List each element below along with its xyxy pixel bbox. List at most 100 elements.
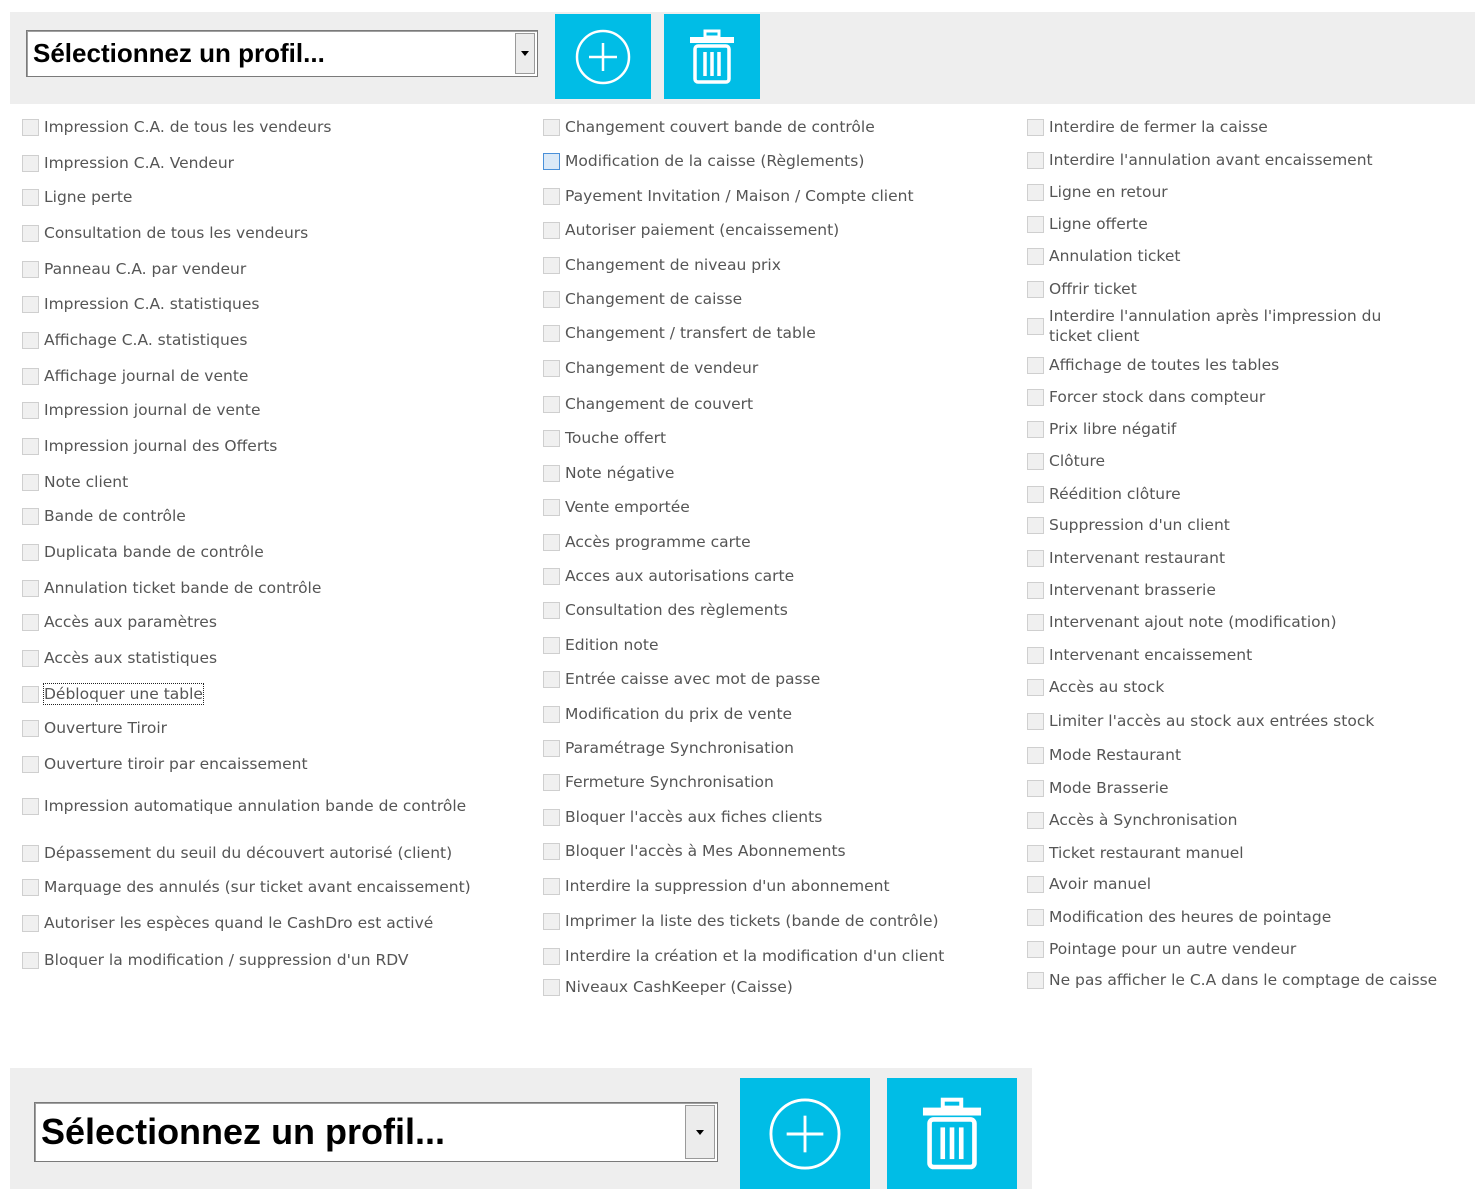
checkbox[interactable] — [1027, 844, 1044, 862]
checkbox[interactable] — [1027, 356, 1044, 374]
permission-item[interactable]: Prix libre négatif — [1027, 419, 1176, 439]
permission-item[interactable]: Dépassement du seuil du découvert autori… — [22, 843, 452, 863]
permission-item[interactable]: Annulation ticket bande de contrôle — [22, 578, 321, 598]
checkbox[interactable] — [543, 670, 560, 688]
permission-item[interactable]: Suppression d'un client — [1027, 515, 1230, 535]
permission-item[interactable]: Edition note — [543, 635, 658, 655]
add-profile-button[interactable] — [555, 14, 651, 99]
checkbox[interactable] — [22, 844, 39, 862]
permission-item[interactable]: Accès aux statistiques — [22, 648, 217, 668]
permission-item[interactable]: Intervenant encaissement — [1027, 645, 1252, 665]
checkbox[interactable] — [1027, 971, 1044, 989]
checkbox[interactable] — [1027, 646, 1044, 664]
permission-item[interactable]: Affichage journal de vente — [22, 366, 248, 386]
checkbox[interactable] — [22, 685, 39, 703]
checkbox[interactable] — [1027, 388, 1044, 406]
checkbox[interactable] — [22, 719, 39, 737]
checkbox[interactable] — [543, 324, 560, 342]
checkbox[interactable] — [22, 613, 39, 631]
permission-item[interactable]: Payement Invitation / Maison / Compte cl… — [543, 186, 914, 206]
checkbox[interactable] — [1027, 215, 1044, 233]
permission-item[interactable]: Pointage pour un autre vendeur — [1027, 939, 1296, 959]
checkbox[interactable] — [543, 739, 560, 757]
checkbox[interactable] — [22, 154, 39, 172]
checkbox[interactable] — [1027, 247, 1044, 265]
checkbox[interactable] — [22, 649, 39, 667]
permission-item[interactable]: Impression C.A. Vendeur — [22, 153, 234, 173]
permission-item[interactable]: Interdire la suppression d'un abonnement — [543, 876, 890, 896]
checkbox[interactable] — [22, 579, 39, 597]
checkbox[interactable] — [543, 498, 560, 516]
checkbox[interactable] — [22, 224, 39, 242]
permission-item[interactable]: Débloquer une table — [22, 683, 204, 705]
checkbox[interactable] — [543, 567, 560, 585]
checkbox[interactable] — [1027, 280, 1044, 298]
permission-item[interactable]: Ouverture Tiroir — [22, 718, 167, 738]
permission-item[interactable]: Changement de caisse — [543, 289, 742, 309]
permission-item[interactable]: Accès à Synchronisation — [1027, 810, 1237, 830]
checkbox[interactable] — [543, 464, 560, 482]
permission-item[interactable]: Fermeture Synchronisation — [543, 772, 774, 792]
chevron-down-icon[interactable] — [515, 33, 535, 74]
permission-item[interactable]: Vente emportée — [543, 497, 690, 517]
checkbox[interactable] — [543, 705, 560, 723]
permission-item[interactable]: Mode Brasserie — [1027, 778, 1169, 798]
checkbox[interactable] — [1027, 908, 1044, 926]
permission-item[interactable]: Intervenant ajout note (modification) — [1027, 612, 1337, 632]
permission-item[interactable]: Entrée caisse avec mot de passe — [543, 669, 820, 689]
permission-item[interactable]: Impression journal des Offerts — [22, 436, 277, 456]
permission-item[interactable]: Réédition clôture — [1027, 484, 1181, 504]
checkbox[interactable] — [22, 914, 39, 932]
permission-item[interactable]: Panneau C.A. par vendeur — [22, 259, 246, 279]
checkbox[interactable] — [22, 951, 39, 969]
permission-item[interactable]: Acces aux autorisations carte — [543, 566, 794, 586]
checkbox[interactable] — [543, 636, 560, 654]
permission-item[interactable]: Modification des heures de pointage — [1027, 907, 1331, 927]
checkbox[interactable] — [22, 878, 39, 896]
permission-item[interactable]: Mode Restaurant — [1027, 745, 1181, 765]
permission-item[interactable]: Impression automatique annulation bande … — [22, 796, 466, 816]
permission-item[interactable]: Ouverture tiroir par encaissement — [22, 754, 308, 774]
permission-item[interactable]: Consultation des règlements — [543, 600, 788, 620]
permission-item[interactable]: Autoriser paiement (encaissement) — [543, 220, 839, 240]
permission-item[interactable]: Interdire de fermer la caisse — [1027, 117, 1268, 137]
checkbox[interactable] — [543, 533, 560, 551]
checkbox[interactable] — [1027, 779, 1044, 797]
permission-item[interactable]: Bande de contrôle — [22, 506, 186, 526]
checkbox[interactable] — [543, 877, 560, 895]
checkbox[interactable] — [1027, 183, 1044, 201]
permission-item[interactable]: Touche offert — [543, 428, 666, 448]
checkbox[interactable] — [22, 797, 39, 815]
checkbox[interactable] — [22, 543, 39, 561]
permission-item[interactable]: Impression C.A. statistiques — [22, 294, 259, 314]
delete-profile-button[interactable] — [664, 14, 760, 99]
checkbox[interactable] — [1027, 420, 1044, 438]
permission-item[interactable]: Offrir ticket — [1027, 279, 1137, 299]
permission-item[interactable]: Consultation de tous les vendeurs — [22, 223, 308, 243]
checkbox[interactable] — [543, 808, 560, 826]
permission-item[interactable]: Limiter l'accès au stock aux entrées sto… — [1027, 711, 1374, 731]
delete-profile-button[interactable] — [887, 1078, 1017, 1189]
checkbox[interactable] — [543, 118, 560, 136]
checkbox[interactable] — [1027, 746, 1044, 764]
permission-item[interactable]: Marquage des annulés (sur ticket avant e… — [22, 877, 471, 897]
permission-item[interactable]: Affichage de toutes les tables — [1027, 355, 1279, 375]
checkbox[interactable] — [1027, 712, 1044, 730]
checkbox[interactable] — [543, 978, 560, 996]
add-profile-button[interactable] — [740, 1078, 870, 1189]
checkbox[interactable] — [543, 912, 560, 930]
checkbox[interactable] — [543, 359, 560, 377]
permission-item[interactable]: Changement / transfert de table — [543, 323, 816, 343]
permission-item[interactable]: Imprimer la liste des tickets (bande de … — [543, 911, 939, 931]
checkbox[interactable] — [1027, 485, 1044, 503]
checkbox[interactable] — [543, 947, 560, 965]
permission-item[interactable]: Note client — [22, 472, 128, 492]
permission-item[interactable]: Bloquer l'accès à Mes Abonnements — [543, 841, 846, 861]
permission-item[interactable]: Accès au stock — [1027, 677, 1164, 697]
checkbox[interactable] — [543, 395, 560, 413]
checkbox[interactable] — [22, 367, 39, 385]
permission-item[interactable]: Interdire l'annulation après l'impressio… — [1027, 306, 1427, 346]
checkbox[interactable] — [22, 331, 39, 349]
permission-item[interactable]: Affichage C.A. statistiques — [22, 330, 247, 350]
profile-select[interactable]: Sélectionnez un profil... — [26, 30, 538, 77]
